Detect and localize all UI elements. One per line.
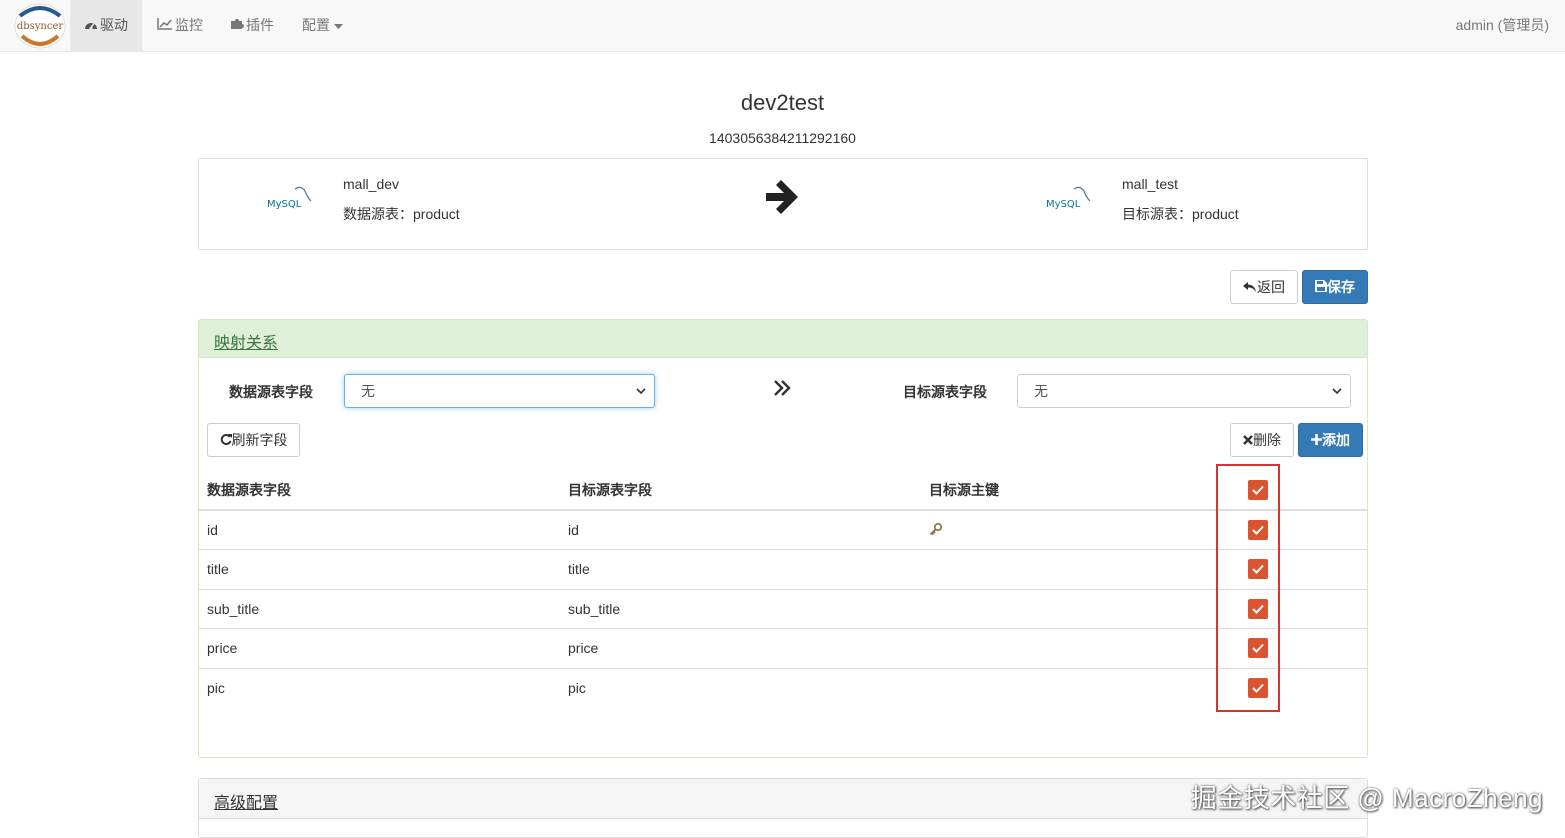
table-header-row: 数据源表字段 目标源表字段 目标源主键: [199, 470, 1367, 511]
column-source-field: 数据源表字段: [199, 470, 560, 511]
chevron-down-icon: [1332, 375, 1342, 407]
table-row[interactable]: pic pic: [199, 667, 1367, 708]
advanced-config-title[interactable]: 高级配置: [214, 789, 278, 813]
nav-config-dropdown[interactable]: 配置: [288, 0, 359, 51]
nav-drivers-label: 驱动: [100, 17, 128, 33]
field-mapping-table: 数据源表字段 目标源表字段 目标源主键 id id title title su…: [199, 470, 1367, 708]
delete-button[interactable]: 删除: [1230, 423, 1294, 457]
delete-label: 删除: [1253, 432, 1281, 448]
target-field-cell: id: [560, 509, 921, 550]
pk-cell: [921, 667, 1238, 708]
nav-plugins[interactable]: 插件: [216, 0, 288, 51]
svg-text:dbsyncer: dbsyncer: [17, 21, 64, 32]
task-id: 1403056384211292160: [709, 130, 856, 146]
target-field-label: 目标源表字段: [903, 384, 987, 400]
task-name: dev2test: [740, 90, 825, 115]
target-field-cell: pic: [560, 667, 921, 708]
source-field-cell: id: [199, 509, 560, 550]
table-row[interactable]: title title: [199, 549, 1367, 589]
source-field-cell: price: [199, 628, 560, 668]
nav-config-label: 配置: [302, 17, 330, 33]
checkbox-highlight-annotation: [1216, 464, 1280, 712]
pk-cell: [921, 628, 1238, 668]
chevron-down-icon: [636, 375, 646, 407]
nav-plugins-label: 插件: [246, 17, 274, 33]
add-label: 添加: [1322, 432, 1350, 448]
column-target-field: 目标源表字段: [560, 470, 921, 511]
target-field-select[interactable]: 无: [1017, 374, 1351, 408]
refresh-fields-label: 刷新字段: [231, 432, 288, 448]
back-button[interactable]: 返回: [1230, 270, 1298, 304]
pk-cell: [921, 509, 1238, 550]
pk-cell: [921, 588, 1238, 629]
reply-icon: [1243, 279, 1257, 295]
save-button[interactable]: 保存: [1302, 270, 1368, 304]
refresh-icon: [220, 432, 232, 448]
nav-monitor[interactable]: 监控: [143, 0, 217, 51]
double-chevron-right-icon: [773, 378, 791, 401]
mysql-target-logo: MySQL: [1044, 183, 1094, 213]
mysql-source-logo: MySQL: [265, 183, 315, 213]
table-row[interactable]: sub_title sub_title: [199, 588, 1367, 629]
table-row[interactable]: price price: [199, 628, 1367, 668]
source-table: 数据源表：product: [343, 206, 460, 222]
svg-text:MySQL: MySQL: [1046, 199, 1081, 210]
source-field-select[interactable]: 无: [344, 374, 655, 408]
dbsyncer-logo[interactable]: dbsyncer: [12, 2, 70, 50]
close-icon: [1243, 432, 1253, 448]
svg-text:MySQL: MySQL: [267, 199, 302, 210]
source-field-cell: sub_title: [199, 588, 560, 629]
caret-down-icon: [333, 0, 343, 51]
column-target-pk: 目标源主键: [921, 470, 1238, 511]
pk-cell: [921, 549, 1238, 589]
line-chart-icon: [157, 0, 173, 51]
top-navbar: dbsyncer 驱动 监控 插件 配置 admin (管理员): [0, 0, 1565, 52]
target-table: 目标源表：product: [1122, 206, 1239, 222]
source-field-select-value: 无: [361, 383, 375, 399]
key-icon: [929, 522, 943, 539]
user-menu[interactable]: admin (管理员): [1456, 0, 1549, 51]
source-field-label: 数据源表字段: [229, 384, 313, 400]
target-field-cell: price: [560, 628, 921, 668]
nav-drivers[interactable]: 驱动: [70, 0, 142, 51]
back-label: 返回: [1257, 279, 1285, 295]
nav-monitor-label: 监控: [175, 17, 203, 33]
mapping-panel-header: 映射关系: [199, 320, 1367, 358]
dashboard-icon: [84, 0, 98, 51]
refresh-fields-button[interactable]: 刷新字段: [207, 423, 300, 457]
puzzle-icon: [230, 0, 244, 51]
watermark-text: 掘金技术社区 @ MacroZheng: [1190, 783, 1543, 813]
target-field-cell: title: [560, 549, 921, 589]
source-field-cell: pic: [199, 667, 560, 708]
plus-icon: [1311, 432, 1322, 448]
arrow-right-icon: [764, 178, 800, 219]
save-label: 保存: [1327, 279, 1355, 295]
mapping-panel-title[interactable]: 映射关系: [214, 329, 278, 353]
target-field-cell: sub_title: [560, 588, 921, 629]
target-field-select-value: 无: [1034, 383, 1048, 399]
source-field-cell: title: [199, 549, 560, 589]
save-icon: [1315, 279, 1327, 295]
add-button[interactable]: 添加: [1298, 423, 1363, 457]
table-row[interactable]: id id: [199, 509, 1367, 550]
mapping-panel: 映射关系 数据源表字段 无 目标源表字段 无 刷新字段 删除 添加 数据源表字段…: [198, 319, 1368, 758]
target-connector-name: mall_test: [1122, 176, 1179, 192]
source-connector-name: mall_dev: [343, 176, 400, 192]
